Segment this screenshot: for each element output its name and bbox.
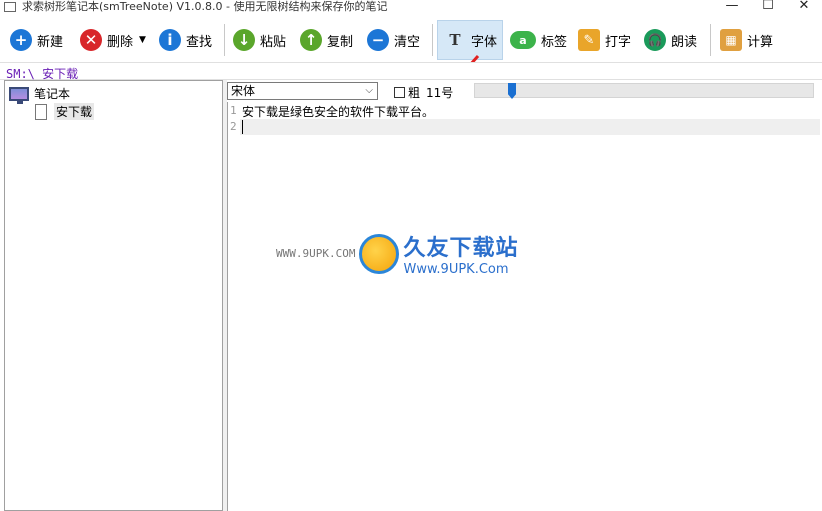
read-label: 朗读 — [671, 34, 698, 50]
calculator-icon: ▦ — [720, 29, 742, 51]
checkbox-box — [394, 87, 405, 98]
arrow-down-icon: ↓ — [233, 29, 255, 51]
tree-root-label: 笔记本 — [34, 87, 71, 101]
new-button[interactable]: + 新建 — [10, 24, 63, 56]
text-caret — [242, 120, 243, 134]
editor-line[interactable]: 安下载是绿色安全的软件下载平台。 — [242, 103, 434, 120]
toolbar-separator — [432, 24, 433, 56]
type-label: 打字 — [605, 34, 632, 50]
delete-x-icon: ✕ — [80, 29, 102, 51]
tag-button[interactable]: a 标签 — [510, 24, 567, 56]
tag-label: 标签 — [541, 34, 568, 50]
note-tree[interactable]: 笔记本 安下载 — [4, 80, 223, 511]
font-select-value: 宋体 — [231, 84, 256, 98]
find-label: 查找 — [186, 34, 213, 50]
app-icon — [4, 2, 16, 12]
pencil-icon: ✎ — [578, 29, 600, 51]
slider-thumb[interactable] — [508, 83, 516, 99]
paste-button[interactable]: ↓ 粘贴 — [233, 24, 286, 56]
line-number: 1 — [230, 104, 237, 117]
new-label: 新建 — [37, 34, 64, 50]
document-icon — [35, 103, 47, 120]
headphones-icon: 🎧 — [644, 29, 666, 51]
tree-root-node[interactable]: 笔记本 — [9, 85, 71, 104]
font-bar: 宋体 ⌵ 粗 11号 — [227, 80, 822, 102]
tree-node-label: 安下载 — [54, 103, 95, 120]
current-line-highlight — [240, 119, 820, 135]
watermark: WWW.9UPK.COM 久友下载站 Www.9UPK.Com — [276, 230, 519, 277]
window-title: 求索树形笔记本(smTreeNote) V1.0.8.0 - 使用无限树结构来保… — [22, 0, 388, 13]
watermark-text: 久友下载站 Www.9UPK.Com — [403, 230, 518, 277]
calc-label: 计算 — [747, 34, 774, 50]
watermark-url: Www.9UPK.Com — [403, 262, 509, 277]
type-button[interactable]: ✎ 打字 — [578, 24, 631, 56]
toolbar: + 新建 ✕ 删除 ▼ i 查找 ↓ 粘贴 ↑ 复制 − 清空 T 字体 a 标… — [0, 18, 822, 62]
tree-node[interactable]: 安下载 — [35, 103, 95, 120]
chevron-down-icon: ⌵ — [365, 85, 373, 96]
monitor-icon — [9, 86, 29, 104]
note-editor[interactable]: 1 2 安下载是绿色安全的软件下载平台。 — [227, 102, 822, 511]
line-number-gutter: 1 2 — [228, 102, 240, 511]
bold-label: 粗 — [408, 86, 421, 100]
clear-button[interactable]: − 清空 — [367, 24, 420, 56]
font-size-label: 11号 — [426, 86, 454, 100]
watermark-small-text: WWW.9UPK.COM — [276, 247, 356, 260]
title-bar: 求索树形笔记本(smTreeNote) V1.0.8.0 - 使用无限树结构来保… — [0, 0, 822, 16]
chevron-down-icon[interactable]: ▼ — [139, 35, 146, 45]
tag-icon: a — [510, 31, 536, 49]
minimize-button[interactable]: — — [712, 0, 752, 16]
clear-label: 清空 — [394, 34, 421, 50]
delete-label: 删除 — [107, 34, 134, 50]
copy-button[interactable]: ↑ 复制 — [300, 24, 353, 56]
toolbar-separator — [224, 24, 225, 56]
delete-button[interactable]: ✕ 删除 ▼ — [80, 24, 146, 56]
minus-icon: − — [367, 29, 389, 51]
watermark-title: 久友下载站 — [403, 236, 519, 261]
watermark-logo — [359, 233, 400, 274]
bold-checkbox[interactable]: 粗 — [394, 84, 420, 101]
arrow-up-icon: ↑ — [300, 29, 322, 51]
path-bar: SM:\ 安下载 — [0, 62, 822, 81]
read-button[interactable]: 🎧 朗读 — [644, 24, 697, 56]
close-button[interactable]: ✕ — [784, 0, 822, 16]
line-number: 2 — [230, 120, 237, 133]
font-label: 字体 — [471, 34, 498, 50]
font-select[interactable]: 宋体 ⌵ — [227, 82, 378, 100]
font-tt-icon: T — [449, 31, 461, 49]
copy-label: 复制 — [327, 34, 354, 50]
plus-icon: + — [10, 29, 32, 51]
font-size-slider[interactable] — [474, 83, 814, 99]
maximize-button[interactable]: ☐ — [748, 0, 788, 16]
info-icon: i — [159, 29, 181, 51]
find-button[interactable]: i 查找 — [159, 24, 212, 56]
toolbar-separator — [710, 24, 711, 56]
paste-label: 粘贴 — [260, 34, 287, 50]
calc-button[interactable]: ▦ 计算 — [720, 24, 773, 56]
